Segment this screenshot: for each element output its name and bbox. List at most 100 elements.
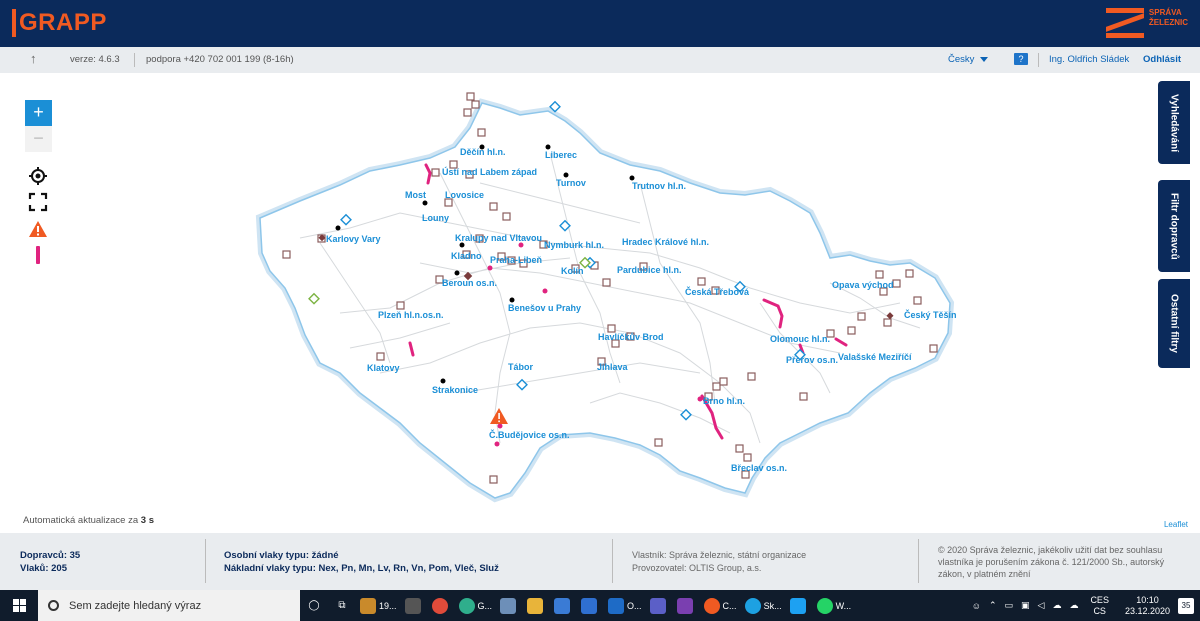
language-select[interactable]: Česky <box>948 54 989 65</box>
freight-types: Nákladní vlaky typu: Nex, Pn, Mn, Lv, Rn… <box>224 563 499 574</box>
taskbar-app-4[interactable]: C... <box>700 590 741 621</box>
brand-line-1: SPRÁVA <box>1148 8 1182 17</box>
city-label: Olomouc hl.n. <box>770 334 830 344</box>
city-label: Liberec <box>545 150 577 160</box>
version-text: verze: 4.6.3 <box>70 54 120 65</box>
calculator-icon[interactable] <box>401 590 428 621</box>
teams-icon[interactable] <box>646 590 673 621</box>
city-label: Louny <box>422 213 449 223</box>
fullscreen-icon[interactable] <box>28 192 48 212</box>
cortana-icon[interactable]: ◯ <box>300 590 328 621</box>
info-bar: ↑ verze: 4.6.3 podpora +420 702 001 199 … <box>0 47 1200 73</box>
windows-taskbar: Sem zadejte hledaný výraz ◯ ⧉ 19... G...… <box>0 590 1200 621</box>
city-label: Benešov u Prahy <box>508 303 581 313</box>
sz-brand-logo: SPRÁVA ŽELEZNIC <box>1105 6 1188 40</box>
brand-line-2: ŽELEZNIC <box>1148 18 1188 27</box>
city-label: Kladno <box>451 251 482 261</box>
start-button[interactable] <box>0 590 38 621</box>
city-label: Kralupy nad Vltavou <box>455 233 542 243</box>
city-label: Brno hl.n. <box>703 396 745 406</box>
onenote-icon[interactable] <box>673 590 700 621</box>
clock[interactable]: 10:10 23.12.2020 <box>1125 595 1170 617</box>
chevron-down-icon <box>980 56 989 62</box>
explorer-icon[interactable] <box>523 590 550 621</box>
auto-update-status: Automatická aktualizace za 3 s <box>23 515 154 526</box>
city-label: Klatovy <box>367 363 400 373</box>
map-canvas[interactable]: Děčín hl.n. Liberec Ústí nad Labem západ… <box>0 73 1200 533</box>
taskbar-app-whatsapp[interactable]: W... <box>813 590 856 621</box>
other-filters-button[interactable]: Ostatní filtry <box>1158 279 1190 368</box>
sz-mark-icon <box>1105 6 1146 40</box>
network-icon[interactable]: ▣ <box>1021 600 1030 611</box>
operator-text: Provozovatel: OLTIS Group, a.s. <box>632 563 762 573</box>
help-icon[interactable]: ? <box>1014 53 1028 65</box>
copyright-text: © 2020 Správa železnic, jakékoliv užití … <box>938 545 1165 579</box>
cloud-icon[interactable]: ☁ <box>1052 600 1061 611</box>
chrome-icon[interactable] <box>428 590 455 621</box>
city-label: Turnov <box>556 178 586 188</box>
city-label: Česká Třebová <box>685 286 750 297</box>
taskbar-app-outlook[interactable]: O... <box>604 590 646 621</box>
taskbar-search[interactable]: Sem zadejte hledaný výraz <box>38 590 300 621</box>
city-label: Pardubice hl.n. <box>617 265 682 275</box>
warning-icon[interactable] <box>28 219 48 239</box>
windows-icon <box>12 599 26 612</box>
restriction-icon[interactable] <box>28 245 48 265</box>
logo-text: GRAPP <box>19 9 107 36</box>
city-label: Strakonice <box>432 385 478 395</box>
city-label: Plzeň hl.n.os.n. <box>378 310 444 320</box>
taskbar-app-edge[interactable]: G... <box>455 590 497 621</box>
taskbar-app-1[interactable]: 19... <box>356 590 401 621</box>
grapp-logo[interactable]: GRAPP <box>12 9 107 37</box>
notification-icon[interactable]: 35 <box>1178 597 1194 614</box>
city-label: Beroun os.n. <box>442 278 497 288</box>
city-label: Karlovy Vary <box>326 234 381 244</box>
city-label: Jihlava <box>597 362 629 372</box>
task-view-icon[interactable]: ⧉ <box>328 590 356 621</box>
trains-count: Vlaků: 205 <box>20 563 67 574</box>
status-footer: Dopravců: 35 Vlaků: 205 Osobní vlaky typ… <box>0 533 1200 590</box>
volume-icon[interactable]: ◁ <box>1038 600 1045 611</box>
search-panel-button[interactable]: Vyhledávání <box>1158 81 1190 164</box>
mail-icon[interactable] <box>577 590 604 621</box>
system-tray: ☺ ⌃ ▭ ▣ ◁ ☁ ☁ CES CS 10:10 23.12.2020 35 <box>968 590 1200 621</box>
city-label: Havlíčkův Brod <box>598 332 664 342</box>
city-label: Valašské Meziříčí <box>838 352 912 362</box>
twitter-icon[interactable] <box>786 590 813 621</box>
city-label: Ústí nad Labem západ <box>442 166 537 177</box>
chevron-up-icon[interactable]: ⌃ <box>989 600 997 611</box>
zoom-out-button[interactable]: − <box>25 126 52 152</box>
photos-icon[interactable] <box>496 590 523 621</box>
arrow-up-icon[interactable]: ↑ <box>30 51 37 66</box>
railway-map[interactable]: Děčín hl.n. Liberec Ústí nad Labem západ… <box>0 73 1200 533</box>
leaflet-attribution[interactable]: Leaflet <box>1164 520 1188 529</box>
grapp-app: GRAPP SPRÁVA ŽELEZNIC ↑ verze: 4.6.3 pod… <box>0 0 1200 621</box>
city-label: Hradec Králové hl.n. <box>622 237 709 247</box>
cloud-icon-2[interactable]: ☁ <box>1069 600 1078 611</box>
user-name: Ing. Oldřich Sládek <box>1049 54 1130 65</box>
city-label: Most <box>405 190 426 200</box>
carrier-filter-button[interactable]: Filtr dopravců <box>1158 180 1190 272</box>
store-icon[interactable] <box>550 590 577 621</box>
top-header: GRAPP SPRÁVA ŽELEZNIC <box>0 0 1200 47</box>
taskbar-app-skype[interactable]: Sk... <box>741 590 786 621</box>
locate-icon[interactable] <box>28 166 48 186</box>
zoom-in-button[interactable]: + <box>25 100 52 126</box>
search-icon <box>48 600 59 611</box>
battery-icon[interactable]: ▭ <box>1004 600 1013 611</box>
keyboard-language[interactable]: CES CS <box>1090 595 1109 617</box>
owner-text: Vlastník: Správa železnic, státní organi… <box>632 550 807 560</box>
city-label: Praha-Libeň <box>490 255 542 265</box>
carriers-count: Dopravců: 35 <box>20 550 81 561</box>
city-label: Lovosice <box>445 190 484 200</box>
passenger-types: Osobní vlaky typu: žádné <box>224 550 339 561</box>
logout-link[interactable]: Odhlásit <box>1143 54 1181 65</box>
city-label: Český Těšín <box>904 309 957 320</box>
city-label: Tábor <box>508 362 533 372</box>
city-label: Opava východ <box>832 280 894 290</box>
city-label: Trutnov hl.n. <box>632 181 686 191</box>
city-label: Děčín hl.n. <box>460 147 506 157</box>
support-text: podpora +420 702 001 199 (8-16h) <box>146 54 294 65</box>
city-label: Nymburk hl.n. <box>544 240 604 250</box>
people-icon[interactable]: ☺ <box>972 601 981 611</box>
